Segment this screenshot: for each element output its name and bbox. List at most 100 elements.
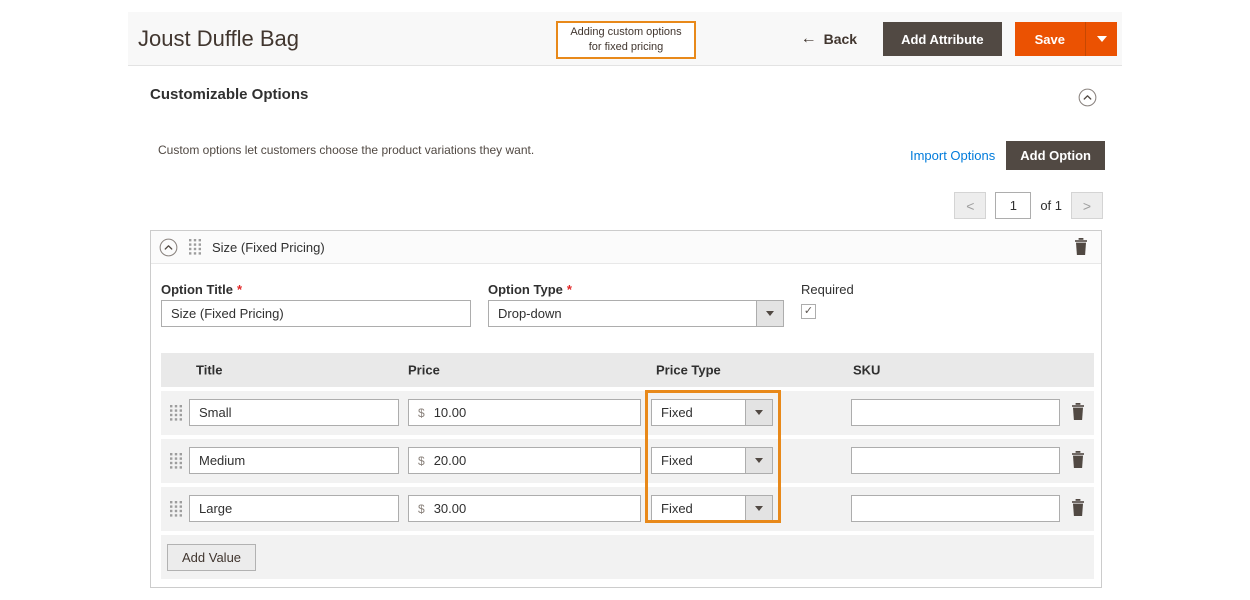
required-asterisk: * <box>567 282 572 297</box>
drag-handle-icon <box>170 405 182 421</box>
delete-value-button[interactable] <box>1071 403 1085 423</box>
section-collapse-button[interactable] <box>1078 88 1097 112</box>
value-price-input[interactable] <box>432 404 640 421</box>
back-button[interactable]: ← Back <box>801 30 857 48</box>
page-header: Joust Duffle Bag Adding custom options f… <box>128 12 1122 66</box>
row-drag-handle[interactable] <box>170 501 182 522</box>
value-price-input[interactable] <box>432 452 640 469</box>
caret-down-icon <box>1097 36 1107 42</box>
caret-down-icon <box>755 458 763 463</box>
required-asterisk: * <box>237 282 242 297</box>
currency-symbol: $ <box>409 502 432 516</box>
option-title-label-text: Option Title <box>161 282 233 297</box>
save-split-button: Save <box>1015 22 1117 56</box>
value-price-field: $ <box>408 447 641 474</box>
value-title-input[interactable] <box>189 447 399 474</box>
value-price-field: $ <box>408 495 641 522</box>
option-panel-title: Size (Fixed Pricing) <box>212 240 325 255</box>
checkmark-icon: ✓ <box>804 306 813 317</box>
option-type-label-text: Option Type <box>488 282 563 297</box>
section-actions: Import Options Add Option <box>910 141 1105 170</box>
value-row-medium: $ Fixed <box>161 439 1094 483</box>
annotation-callout: Adding custom options for fixed pricing <box>556 21 696 59</box>
add-attribute-button[interactable]: Add Attribute <box>883 22 1002 56</box>
value-price-input[interactable] <box>432 500 640 517</box>
value-row-small: $ Fixed <box>161 391 1094 435</box>
column-header-sku: SKU <box>853 363 880 378</box>
option-values-table: Title Price Price Type SKU $ Fixed <box>161 353 1094 579</box>
delete-value-button[interactable] <box>1071 451 1085 471</box>
option-panel-header: Size (Fixed Pricing) <box>151 231 1101 264</box>
import-options-link[interactable]: Import Options <box>910 148 995 163</box>
select-arrow-button[interactable] <box>756 301 783 326</box>
section-title: Customizable Options <box>150 86 308 103</box>
price-type-selected-value: Fixed <box>652 496 745 521</box>
save-button[interactable]: Save <box>1015 22 1086 56</box>
value-title-input[interactable] <box>189 399 399 426</box>
currency-symbol: $ <box>409 406 432 420</box>
price-type-select[interactable]: Fixed <box>651 399 773 426</box>
delete-value-button[interactable] <box>1071 499 1085 519</box>
currency-symbol: $ <box>409 454 432 468</box>
add-value-button[interactable]: Add Value <box>167 544 256 571</box>
value-price-field: $ <box>408 399 641 426</box>
select-arrow-button[interactable] <box>745 496 772 521</box>
trash-icon <box>1074 238 1088 255</box>
option-title-label: Option Title * <box>161 282 242 297</box>
required-checkbox[interactable]: ✓ <box>801 304 816 319</box>
trash-icon <box>1071 403 1085 420</box>
option-drag-handle[interactable] <box>189 239 201 255</box>
admin-content: Joust Duffle Bag Adding custom options f… <box>128 0 1122 600</box>
chevron-right-icon: > <box>1083 198 1091 214</box>
price-type-selected-value: Fixed <box>652 448 745 473</box>
add-option-button[interactable]: Add Option <box>1006 141 1105 170</box>
drag-handle-icon <box>170 453 182 469</box>
caret-down-icon <box>755 410 763 415</box>
drag-handle-icon <box>189 239 201 255</box>
value-sku-input[interactable] <box>851 495 1060 522</box>
pagination: < of 1 > <box>954 192 1103 219</box>
row-drag-handle[interactable] <box>170 453 182 474</box>
header-actions: ← Back Add Attribute Save <box>801 22 1117 56</box>
option-collapse-button[interactable] <box>159 238 178 257</box>
option-type-select[interactable]: Drop-down <box>488 300 784 327</box>
add-value-row: Add Value <box>161 535 1094 579</box>
back-label: Back <box>824 31 857 47</box>
values-table-header: Title Price Price Type SKU <box>161 353 1094 387</box>
delete-option-button[interactable] <box>1074 238 1088 258</box>
price-type-selected-value: Fixed <box>652 400 745 425</box>
chevron-up-circle-icon <box>1078 88 1097 107</box>
column-header-title: Title <box>196 363 223 378</box>
trash-icon <box>1071 451 1085 468</box>
caret-down-icon <box>755 506 763 511</box>
price-type-select[interactable]: Fixed <box>651 447 773 474</box>
previous-page-button[interactable]: < <box>954 192 986 219</box>
option-panel: Size (Fixed Pricing) Option Title * Optio… <box>150 230 1102 588</box>
option-type-label: Option Type * <box>488 282 572 297</box>
required-label: Required <box>801 282 854 297</box>
section-description: Custom options let customers choose the … <box>158 143 534 157</box>
annotation-line-2: for fixed pricing <box>589 40 664 55</box>
save-dropdown-toggle[interactable] <box>1086 22 1117 56</box>
page-count-label: of 1 <box>1040 198 1062 213</box>
option-type-selected-value: Drop-down <box>489 301 756 326</box>
chevron-up-circle-icon <box>159 238 178 257</box>
value-sku-input[interactable] <box>851 447 1060 474</box>
price-type-select[interactable]: Fixed <box>651 495 773 522</box>
value-row-large: $ Fixed <box>161 487 1094 531</box>
caret-down-icon <box>766 311 774 316</box>
value-title-input[interactable] <box>189 495 399 522</box>
drag-handle-icon <box>170 501 182 517</box>
next-page-button[interactable]: > <box>1071 192 1103 219</box>
value-sku-input[interactable] <box>851 399 1060 426</box>
row-drag-handle[interactable] <box>170 405 182 426</box>
page-title: Joust Duffle Bag <box>138 26 299 52</box>
page-number-input[interactable] <box>995 192 1031 219</box>
select-arrow-button[interactable] <box>745 448 772 473</box>
column-header-price: Price <box>408 363 440 378</box>
back-arrow-icon: ← <box>801 30 817 48</box>
select-arrow-button[interactable] <box>745 400 772 425</box>
column-header-price-type: Price Type <box>656 363 721 378</box>
trash-icon <box>1071 499 1085 516</box>
option-title-input[interactable] <box>161 300 471 327</box>
